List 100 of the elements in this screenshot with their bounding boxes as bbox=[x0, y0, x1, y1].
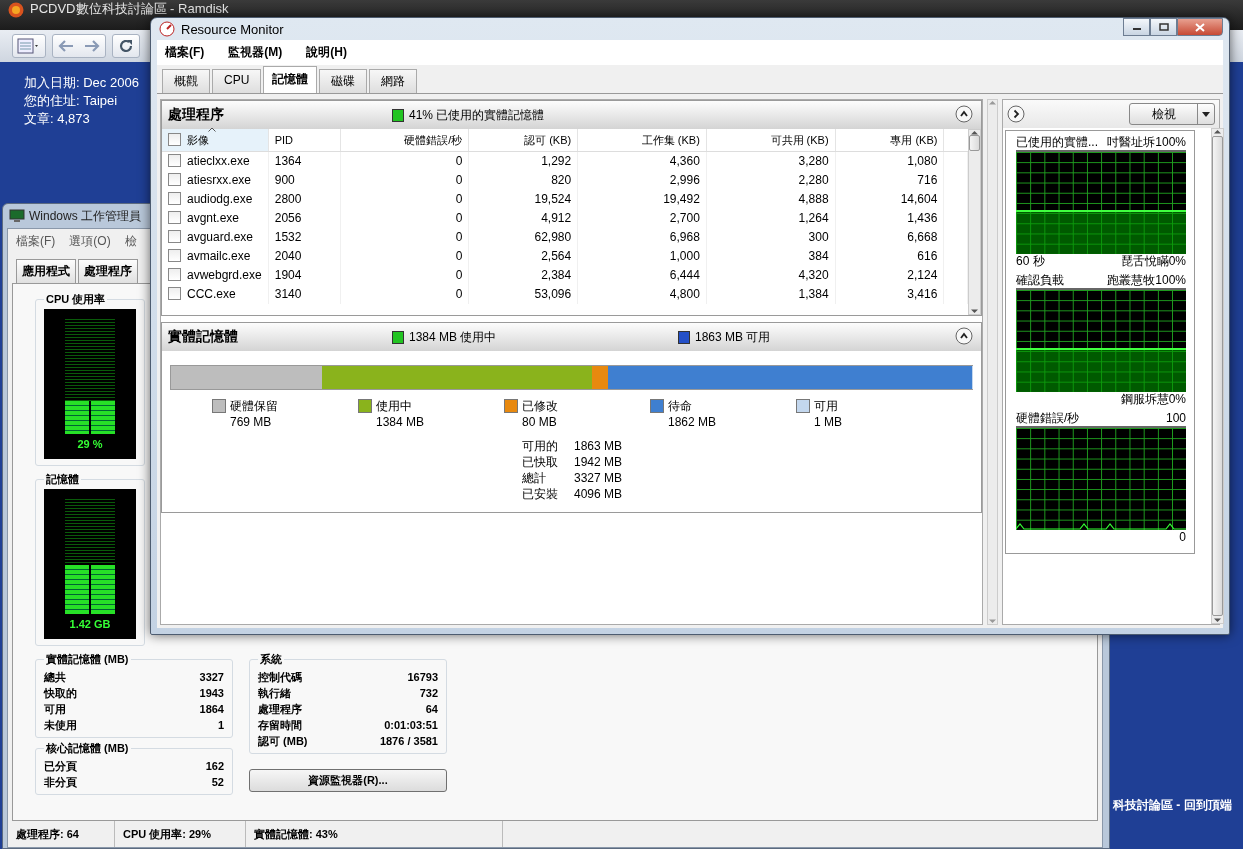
column-header[interactable]: 認可 (KB) bbox=[468, 129, 578, 152]
legend-value: 1 MB bbox=[814, 414, 843, 430]
scroll-up-icon bbox=[1214, 129, 1221, 134]
scrollbar[interactable] bbox=[968, 129, 981, 315]
browser-logo-icon bbox=[8, 2, 24, 18]
page-menu-button[interactable] bbox=[12, 34, 46, 58]
process-name: avgnt.exe bbox=[187, 211, 240, 225]
graph-max-label: 100 bbox=[1165, 411, 1186, 426]
stat-label: 執行緒 bbox=[258, 686, 291, 701]
table-cell: 3,416 bbox=[835, 285, 944, 304]
table-cell: 0 bbox=[340, 228, 469, 247]
scrollbar[interactable] bbox=[1211, 128, 1224, 624]
tab[interactable]: 磁碟 bbox=[319, 69, 368, 93]
scroll-down-icon bbox=[989, 619, 996, 624]
row-checkbox[interactable] bbox=[168, 154, 181, 167]
tab[interactable]: 概觀 bbox=[162, 69, 210, 93]
memory-usage-text: 41% 已使用的實體記憶體 bbox=[409, 106, 545, 124]
status-text: 處理程序: 64 bbox=[8, 821, 115, 847]
status-text: CPU 使用率: 29% bbox=[115, 821, 246, 847]
process-name: atiesrxx.exe bbox=[187, 173, 252, 187]
forum-link[interactable]: 科技討論區 - 回到頂端 bbox=[1113, 797, 1232, 814]
scroll-down-icon bbox=[1214, 618, 1221, 623]
row-checkbox[interactable] bbox=[168, 249, 181, 262]
column-header[interactable]: 影像 bbox=[187, 133, 209, 146]
row-checkbox[interactable] bbox=[168, 287, 181, 300]
column-header[interactable]: 專用 (KB) bbox=[835, 129, 944, 152]
select-all-checkbox[interactable] bbox=[168, 132, 181, 146]
stat-value: 64 bbox=[425, 702, 438, 717]
tab[interactable]: CPU bbox=[212, 69, 262, 93]
column-header[interactable]: 可共用 (KB) bbox=[706, 129, 836, 152]
collapse-button[interactable] bbox=[955, 105, 973, 123]
stat-value: 1876 / 3581 bbox=[379, 734, 438, 749]
legend-value: 80 MB bbox=[522, 414, 558, 430]
table-cell: 0 bbox=[340, 209, 469, 228]
table-cell: 2,996 bbox=[577, 171, 707, 190]
table-cell: 1,264 bbox=[706, 209, 836, 228]
window-title: Windows 工作管理員 bbox=[29, 207, 141, 225]
view-button[interactable]: 檢視 bbox=[1129, 103, 1215, 125]
expand-button[interactable] bbox=[1007, 105, 1025, 123]
tab[interactable]: 應用程式 bbox=[16, 259, 76, 283]
graph-title: 硬體錯誤/秒 bbox=[1016, 411, 1080, 426]
menu-item[interactable]: 監視器(M) bbox=[228, 44, 283, 61]
table-cell: 3,280 bbox=[706, 151, 836, 171]
column-header[interactable]: 工作集 (KB) bbox=[577, 129, 707, 152]
menu-item[interactable]: 檔案(F) bbox=[165, 44, 205, 61]
arrows-icon bbox=[57, 38, 101, 54]
panel-title: 處理程序 bbox=[168, 106, 225, 124]
table-cell: 1,436 bbox=[835, 209, 944, 228]
stat-label: 已分頁 bbox=[44, 759, 77, 774]
table-cell: 53,096 bbox=[468, 285, 578, 304]
minimize-button[interactable] bbox=[1123, 18, 1150, 36]
table-cell: 62,980 bbox=[468, 228, 578, 247]
scrollbar[interactable] bbox=[987, 99, 998, 625]
memory-stat-text: 1384 MB 使用中 bbox=[409, 328, 497, 346]
table-cell: 14,604 bbox=[835, 190, 944, 209]
menu-item[interactable]: 說明(H) bbox=[306, 44, 347, 61]
close-icon bbox=[1195, 22, 1205, 32]
column-header[interactable]: PID bbox=[268, 129, 341, 152]
row-checkbox[interactable] bbox=[168, 211, 181, 224]
table-cell: 0 bbox=[340, 171, 469, 190]
maximize-button[interactable] bbox=[1150, 18, 1177, 36]
sort-caret-icon bbox=[208, 127, 216, 132]
legend-value: 1862 MB bbox=[668, 414, 718, 430]
table-cell: 1,292 bbox=[468, 151, 578, 171]
reload-button[interactable] bbox=[112, 34, 140, 58]
row-checkbox[interactable] bbox=[168, 268, 181, 281]
row-checkbox[interactable] bbox=[168, 192, 181, 205]
graph-min-label: 鋼服坼慧0% bbox=[1120, 392, 1186, 407]
user-info-text: 加入日期: Dec 2006 bbox=[24, 74, 139, 92]
legend-value: 769 MB bbox=[230, 414, 273, 430]
stat-label: 存留時間 bbox=[258, 718, 302, 733]
group-title: 系統 bbox=[259, 652, 283, 667]
back-forward-button[interactable] bbox=[52, 34, 106, 58]
row-checkbox[interactable] bbox=[168, 173, 181, 186]
dropdown-caret-icon bbox=[1202, 111, 1210, 117]
menu-item[interactable]: 選項(O) bbox=[69, 233, 111, 249]
stat-value: 1 bbox=[217, 718, 224, 733]
process-name: audiodg.exe bbox=[187, 192, 253, 206]
table-cell: 1,080 bbox=[835, 151, 944, 171]
summary-value: 3327 MB bbox=[574, 470, 624, 486]
tab[interactable]: 網路 bbox=[369, 69, 418, 93]
tab[interactable]: 記憶體 bbox=[263, 66, 318, 93]
column-header[interactable]: 硬體錯誤/秒 bbox=[340, 129, 469, 152]
graph-title: 確認負載 bbox=[1016, 273, 1064, 288]
row-checkbox[interactable] bbox=[168, 230, 181, 243]
close-button[interactable] bbox=[1177, 18, 1223, 36]
resource-monitor-button[interactable]: 資源監視器(R)... bbox=[249, 769, 447, 792]
process-name: avmailc.exe bbox=[187, 249, 251, 263]
group-title: 實體記憶體 (MB) bbox=[45, 652, 130, 667]
table-cell: 716 bbox=[835, 171, 944, 190]
graph-min-label: 0 bbox=[1179, 530, 1186, 545]
tab[interactable]: 處理程序 bbox=[78, 259, 138, 283]
stat-value: 732 bbox=[419, 686, 438, 701]
table-cell: 4,320 bbox=[706, 266, 836, 285]
table-cell: 4,800 bbox=[577, 285, 707, 304]
menu-item[interactable]: 檢 bbox=[124, 233, 137, 249]
table-cell: 4,912 bbox=[468, 209, 578, 228]
collapse-button[interactable] bbox=[955, 327, 973, 345]
graph-max-label: 吋醫址坼100% bbox=[1107, 135, 1186, 150]
menu-item[interactable]: 檔案(F) bbox=[16, 233, 56, 249]
